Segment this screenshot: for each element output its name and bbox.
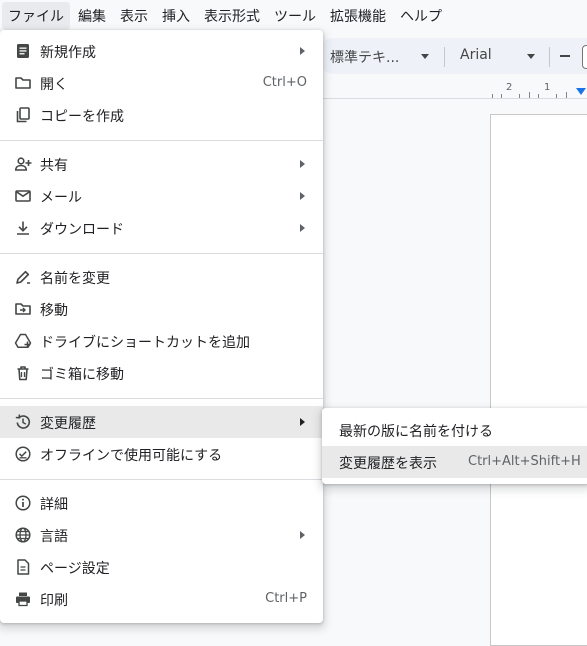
menu-item-trash[interactable]: ゴミ箱に移動 — [0, 357, 323, 389]
menu-item-version-history[interactable]: 変更履歴 — [0, 406, 323, 438]
style-dropdown[interactable]: 標準テキ... — [330, 47, 399, 67]
menu-tools[interactable]: ツール — [268, 2, 322, 30]
menu-item-download[interactable]: ダウンロード — [0, 212, 323, 244]
menu-divider — [0, 140, 323, 141]
menu-item-move[interactable]: 移動 — [0, 293, 323, 325]
ruler-label: 2 — [506, 82, 513, 93]
menu-item-email[interactable]: メール — [0, 180, 323, 212]
menu-help[interactable]: ヘルプ — [394, 2, 448, 30]
chevron-right-icon — [300, 531, 305, 539]
menu-extensions[interactable]: 拡張機能 — [324, 2, 392, 30]
toolbar-divider — [444, 47, 445, 67]
menu-item-share[interactable]: 共有 — [0, 148, 323, 180]
chevron-right-icon — [300, 224, 305, 232]
menu-item-see-version-history[interactable]: 変更履歴を表示 Ctrl+Alt+Shift+H — [322, 446, 587, 478]
ruler: 2 1 — [316, 80, 587, 99]
menu-item-name-current-version[interactable]: 最新の版に名前を付ける — [322, 414, 587, 446]
document-page[interactable] — [490, 114, 587, 646]
font-dropdown[interactable]: Arial — [460, 47, 492, 63]
menu-edit[interactable]: 編集 — [72, 2, 112, 30]
menu-item-print[interactable]: 印刷 Ctrl+P — [0, 583, 323, 615]
menu-item-language[interactable]: 言語 — [0, 519, 323, 551]
menu-file[interactable]: ファイル — [2, 2, 70, 30]
pencil-icon — [14, 268, 32, 286]
menu-item-new[interactable]: 新規作成 — [0, 35, 323, 67]
minus-icon[interactable] — [560, 55, 570, 57]
indent-marker[interactable] — [576, 88, 586, 95]
menu-divider — [0, 398, 323, 399]
printer-icon — [14, 590, 32, 608]
chevron-down-icon — [421, 54, 429, 59]
globe-icon — [14, 526, 32, 544]
chevron-right-icon — [300, 47, 305, 55]
menu-divider — [0, 253, 323, 254]
menu-format[interactable]: 表示形式 — [198, 2, 266, 30]
menu-item-rename[interactable]: 名前を変更 — [0, 261, 323, 293]
download-icon — [14, 219, 32, 237]
menu-item-make-copy[interactable]: コピーを作成 — [0, 99, 323, 131]
person-add-icon — [14, 155, 32, 173]
trash-icon — [14, 364, 32, 382]
file-menu: 新規作成 開く Ctrl+O コピーを作成 共有 メール ダウンロード 名前を変… — [0, 30, 323, 623]
menu-view[interactable]: 表示 — [114, 2, 154, 30]
chevron-right-icon — [300, 160, 305, 168]
mail-icon — [14, 187, 32, 205]
copy-icon — [14, 106, 32, 124]
menu-bar: ファイル 編集 表示 挿入 表示形式 ツール 拡張機能 ヘルプ — [0, 0, 587, 32]
page-icon — [14, 558, 32, 576]
menu-item-offline[interactable]: オフラインで使用可能にする — [0, 438, 323, 470]
menu-item-add-shortcut[interactable]: ドライブにショートカットを追加 — [0, 325, 323, 357]
version-history-submenu: 最新の版に名前を付ける 変更履歴を表示 Ctrl+Alt+Shift+H — [322, 408, 587, 484]
history-icon — [14, 413, 32, 431]
menu-divider — [0, 479, 323, 480]
folder-icon — [14, 74, 32, 92]
toolbar-divider — [549, 47, 550, 67]
menu-item-open[interactable]: 開く Ctrl+O — [0, 67, 323, 99]
font-size-input[interactable] — [582, 45, 587, 69]
menu-item-page-setup[interactable]: ページ設定 — [0, 551, 323, 583]
chevron-right-icon — [300, 192, 305, 200]
offline-check-icon — [14, 445, 32, 463]
chevron-right-icon — [300, 418, 305, 426]
folder-move-icon — [14, 300, 32, 318]
chevron-down-icon — [527, 54, 535, 59]
info-icon — [14, 494, 32, 512]
toolbar: 標準テキ... Arial — [316, 38, 587, 74]
ruler-label: 1 — [544, 82, 551, 93]
menu-insert[interactable]: 挿入 — [156, 2, 196, 30]
doc-icon — [14, 42, 32, 60]
drive-add-icon — [14, 332, 32, 350]
menu-item-details[interactable]: 詳細 — [0, 487, 323, 519]
